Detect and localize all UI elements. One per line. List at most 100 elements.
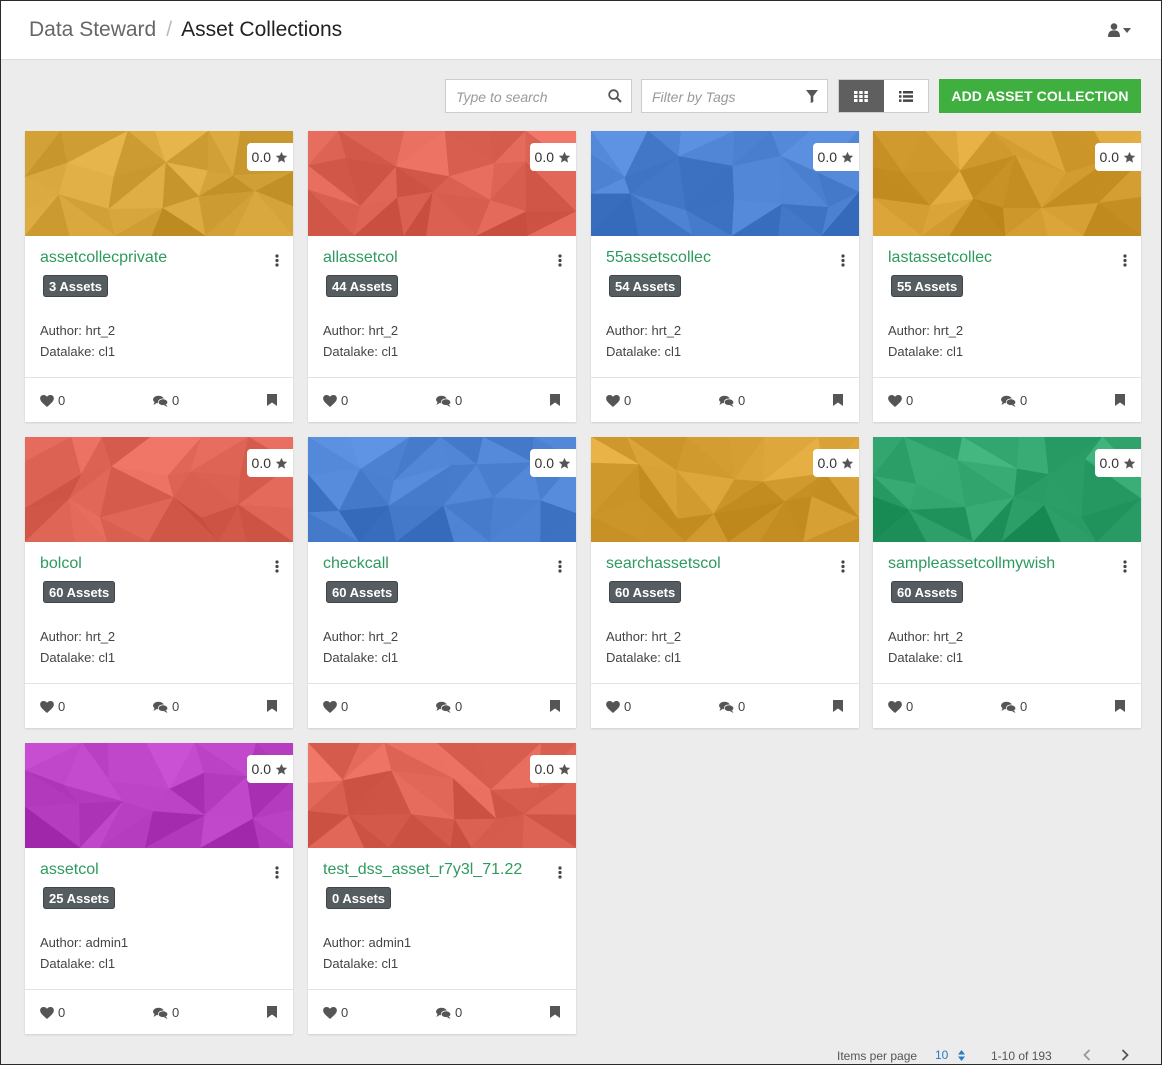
comment-count: 0	[738, 393, 746, 408]
items-per-page-select[interactable]: 10	[935, 1048, 966, 1062]
comment-count: 0	[455, 393, 463, 408]
more-options-icon[interactable]	[273, 558, 281, 574]
bookmark-icon[interactable]	[1115, 700, 1125, 712]
collection-title-link[interactable]: checkcall	[323, 555, 389, 573]
comment-button[interactable]: 0	[436, 393, 462, 408]
asset-count-badge: 25 Assets	[43, 887, 116, 909]
comment-button[interactable]: 0	[1001, 699, 1027, 714]
like-button[interactable]: 0	[40, 393, 65, 408]
more-options-icon[interactable]	[556, 252, 564, 268]
like-button[interactable]: 0	[323, 393, 348, 408]
datalake-text: Datalake: cl1	[40, 650, 116, 665]
bookmark-icon[interactable]	[833, 700, 843, 712]
more-options-icon[interactable]	[273, 864, 281, 880]
comment-button[interactable]: 0	[436, 699, 462, 714]
collection-card[interactable]: 0.0 checkcall 60 Assets Author: hrt_2 Datala…	[308, 437, 576, 728]
search-input[interactable]	[456, 87, 606, 107]
grid-view-button[interactable]	[839, 80, 884, 112]
collection-title-link[interactable]: assetcol	[40, 861, 99, 879]
page-header: Data Steward / Asset Collections	[1, 1, 1161, 60]
more-options-icon[interactable]	[839, 558, 847, 574]
caret-down-icon	[1123, 27, 1131, 33]
datalake-text: Datalake: cl1	[40, 344, 116, 359]
filter-icon[interactable]	[806, 90, 818, 103]
like-button[interactable]: 0	[323, 1005, 348, 1020]
like-button[interactable]: 0	[323, 699, 348, 714]
more-options-icon[interactable]	[1121, 252, 1129, 268]
add-asset-collection-button[interactable]: ADD ASSET COLLECTION	[939, 79, 1141, 113]
collection-title-link[interactable]: allassetcol	[323, 249, 398, 267]
datalake-text: Datalake: cl1	[323, 956, 399, 971]
collection-card[interactable]: 0.0 allassetcol 44 Assets Author: hrt_2 Data…	[308, 131, 576, 422]
collection-title-link[interactable]: lastassetcollec	[888, 249, 992, 267]
more-options-icon[interactable]	[1121, 558, 1129, 574]
asset-count-badge: 60 Assets	[891, 581, 964, 603]
collection-card[interactable]: 0.0 lastassetcollec 55 Assets Author: hrt_2…	[873, 131, 1141, 422]
previous-page-icon[interactable]	[1083, 1049, 1091, 1061]
list-view-button[interactable]	[883, 80, 928, 112]
comments-icon	[719, 395, 734, 407]
collection-title-link[interactable]: bolcol	[40, 555, 82, 573]
comment-button[interactable]: 0	[1001, 393, 1027, 408]
bookmark-icon[interactable]	[833, 394, 843, 406]
user-menu-button[interactable]	[1108, 23, 1131, 37]
author-text: Author: hrt_2	[40, 629, 116, 644]
collection-title-link[interactable]: assetcollecprivate	[40, 249, 167, 267]
heart-icon	[40, 700, 54, 713]
rating-badge: 0.0	[246, 449, 293, 477]
bookmark-icon[interactable]	[1115, 394, 1125, 406]
comment-button[interactable]: 0	[153, 393, 179, 408]
bookmark-icon[interactable]	[550, 700, 560, 712]
comment-button[interactable]: 0	[436, 1005, 462, 1020]
like-button[interactable]: 0	[888, 393, 913, 408]
rating-value: 0.0	[534, 455, 554, 471]
datalake-text: Datalake: cl1	[606, 344, 682, 359]
collection-card[interactable]: 0.0 assetcollecprivate 3 Assets Author: hrt…	[25, 131, 293, 422]
bookmark-icon[interactable]	[550, 394, 560, 406]
comment-button[interactable]: 0	[153, 1005, 179, 1020]
author-text: Author: hrt_2	[323, 629, 399, 644]
comment-button[interactable]: 0	[719, 699, 745, 714]
bookmark-icon[interactable]	[267, 700, 277, 712]
collection-title-link[interactable]: sampleassetcollmywish	[888, 555, 1055, 573]
comment-count: 0	[1020, 699, 1028, 714]
comment-button[interactable]: 0	[719, 393, 745, 408]
comments-icon	[436, 1007, 451, 1019]
like-button[interactable]: 0	[606, 699, 631, 714]
tag-filter-input[interactable]	[652, 87, 802, 107]
collection-card[interactable]: 0.0 assetcol 25 Assets Author: admin1 Datala…	[25, 743, 293, 1034]
collection-card[interactable]: 0.0 searchassetscol 60 Assets Author: hrt_2…	[591, 437, 859, 728]
collection-card[interactable]: 0.0 55assetscollec 54 Assets Author: hrt_2 D…	[591, 131, 859, 422]
collection-title-link[interactable]: 55assetscollec	[606, 249, 711, 267]
author-text: Author: hrt_2	[40, 323, 116, 338]
view-toggle	[838, 79, 929, 113]
heart-icon	[888, 394, 902, 407]
bookmark-icon[interactable]	[267, 394, 277, 406]
next-page-icon[interactable]	[1121, 1049, 1129, 1061]
more-options-icon[interactable]	[839, 252, 847, 268]
collection-title-link[interactable]: searchassetscol	[606, 555, 721, 573]
collection-card[interactable]: 0.0 bolcol 60 Assets Author: hrt_2 Datalake:…	[25, 437, 293, 728]
star-icon	[275, 457, 288, 469]
comment-button[interactable]: 0	[153, 699, 179, 714]
rating-badge: 0.0	[529, 449, 576, 477]
collection-card[interactable]: 0.0 test_dss_asset_r7y3l_71.22 0 Assets Aut…	[308, 743, 576, 1034]
like-button[interactable]: 0	[40, 1005, 65, 1020]
more-options-icon[interactable]	[556, 864, 564, 880]
more-options-icon[interactable]	[273, 252, 281, 268]
comment-count: 0	[738, 699, 746, 714]
bookmark-icon[interactable]	[267, 1006, 277, 1018]
search-icon[interactable]	[608, 89, 622, 103]
like-button[interactable]: 0	[606, 393, 631, 408]
star-icon	[1123, 457, 1136, 469]
like-button[interactable]: 0	[40, 699, 65, 714]
like-count: 0	[906, 393, 914, 408]
breadcrumb-root[interactable]: Data Steward	[29, 18, 156, 42]
bookmark-icon[interactable]	[550, 1006, 560, 1018]
datalake-text: Datalake: cl1	[606, 650, 682, 665]
like-button[interactable]: 0	[888, 699, 913, 714]
collection-title-link[interactable]: test_dss_asset_r7y3l_71.22	[323, 861, 522, 879]
asset-count-badge: 60 Assets	[43, 581, 116, 603]
more-options-icon[interactable]	[556, 558, 564, 574]
collection-card[interactable]: 0.0 sampleassetcollmywish 60 Assets Author:…	[873, 437, 1141, 728]
